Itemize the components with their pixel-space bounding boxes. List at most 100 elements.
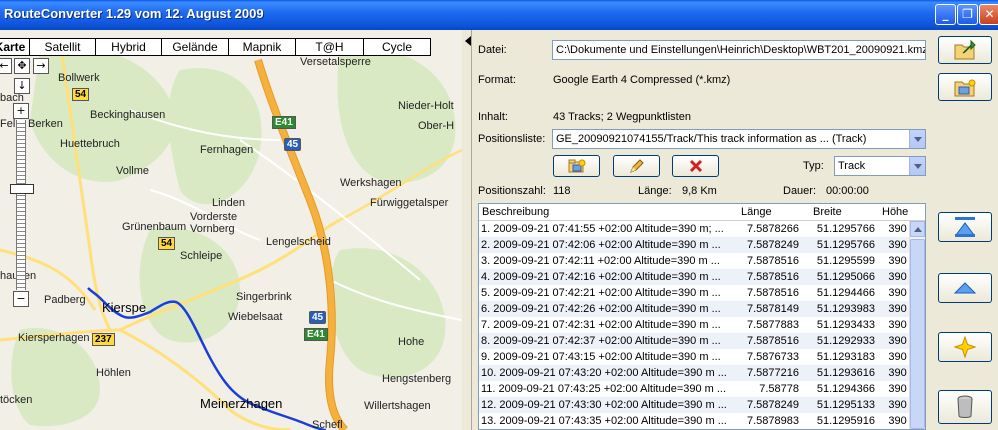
positionsliste-label: Positionsliste: [478,133,546,145]
dauer-value: 00:00:00 [826,185,869,197]
cell-laenge: 7.5878516 [747,335,799,347]
place-label: Schleipe [180,250,223,262]
trash-icon [957,395,973,418]
pencil-icon [629,159,644,173]
map-type-tah[interactable]: T@H [295,38,364,56]
map-type-hybrid[interactable]: Hybrid [95,38,162,56]
cell-beschreibung: 2. 2009-09-21 07:42:06 +02:00 Altitude=3… [481,239,721,251]
table-scrollbar[interactable] [909,221,925,429]
place-label: Schefl [312,419,343,430]
map-type-mapnik[interactable]: Mapnik [228,38,296,56]
map-type-gelaende[interactable]: Gelände [161,38,229,56]
move-top-button[interactable] [938,212,992,242]
move-up-icon [953,282,977,294]
zoom-slider[interactable] [16,120,26,290]
table-row[interactable]: 6. 2009-09-21 07:42:26 +02:00 Altitude=3… [479,301,925,317]
cell-breite: 51.1292933 [816,335,875,347]
place-label: Nieder-Holt [398,100,454,112]
move-up-button[interactable] [938,273,992,303]
cell-breite: 51.1294366 [816,383,875,395]
place-label: Huettebruch [60,138,120,150]
typ-selected: Track [838,160,866,172]
cell-breite: 51.1293183 [816,351,875,363]
table-row[interactable]: 10. 2009-09-21 07:43:20 +02:00 Altitude=… [479,365,925,381]
zoom-in-icon[interactable]: + [13,103,29,119]
new-file-icon [954,79,976,97]
positionsliste-select[interactable]: GE_20090921074155/Track/This track infor… [552,129,926,149]
map-type-cycle[interactable]: Cycle [363,38,431,56]
chevron-down-icon[interactable] [909,157,925,175]
typ-select[interactable]: Track [834,156,926,176]
pan-right-icon[interactable]: → [33,58,49,74]
place-label: Meinerzhagen [200,396,283,411]
place-label: Bollwerk [58,72,100,84]
new-list-button[interactable] [553,155,600,177]
move-top-icon [955,217,975,237]
dauer-label: Dauer: [783,185,817,197]
road-shield: E41 [304,328,328,341]
positionsliste-selected: GE_20090921074155/Track/This track infor… [556,133,867,145]
pan-left-icon[interactable]: ← [0,58,12,74]
cell-breite: 51.1295916 [816,415,875,427]
close-button[interactable]: ✕ [979,4,998,25]
column-header-laenge[interactable]: Länge [731,204,803,220]
table-row[interactable]: 1. 2009-09-21 07:41:55 +02:00 Altitude=3… [479,221,925,237]
table-row[interactable]: 9. 2009-09-21 07:43:15 +02:00 Altitude=3… [479,349,925,365]
cell-laenge: 7.5877216 [747,367,799,379]
place-label: Hohe [398,336,425,348]
cell-laenge: 7.5878249 [747,239,799,251]
cell-laenge: 7.5878249 [747,399,799,411]
column-header-beschreibung[interactable]: Beschreibung [479,204,731,220]
table-row[interactable]: 11. 2009-09-21 07:43:25 +02:00 Altitude=… [479,381,925,397]
typ-label: Typ: [803,160,824,172]
cell-breite: 51.1293433 [816,319,875,331]
cell-laenge: 7.5878983 [747,415,799,427]
insert-position-button[interactable] [938,332,992,362]
scroll-up-icon[interactable] [910,221,925,237]
splitter-line [471,30,472,430]
map-type-karte[interactable]: Karte [0,38,30,56]
table-row[interactable]: 2. 2009-09-21 07:42:06 +02:00 Altitude=3… [479,237,925,253]
cell-breite: 51.1295066 [816,271,875,283]
title-bar[interactable]: RouteConverter 1.29 vom 12. August 2009 … [0,0,998,30]
positionszahl-value: 118 [553,185,571,197]
new-file-button[interactable] [938,73,992,101]
road-shield: 54 [72,88,90,101]
road-shield: 45 [284,138,302,151]
place-label: Höhlen [96,367,131,379]
minimize-button[interactable]: _ [935,4,956,25]
map-view[interactable]: Karte Satellit Hybrid Gelände Mapnik T@H… [0,30,462,430]
cell-laenge: 7.5876733 [747,351,799,363]
place-label: Fernhagen [200,144,254,156]
zoom-out-icon[interactable]: − [13,291,29,307]
column-header-breite[interactable]: Breite [803,204,879,220]
table-row[interactable]: 8. 2009-09-21 07:42:37 +02:00 Altitude=3… [479,333,925,349]
position-table[interactable]: Beschreibung Länge Breite Höhe 1. 2009-0… [478,203,926,430]
remove-position-button[interactable] [938,390,992,424]
table-row[interactable]: 12. 2009-09-21 07:43:30 +02:00 Altitude=… [479,397,925,413]
column-header-hoehe[interactable]: Höhe [879,204,921,220]
table-row[interactable]: 13. 2009-09-21 07:43:35 +02:00 Altitude=… [479,413,925,429]
cell-breite: 51.1295766 [816,223,875,235]
cell-beschreibung: 1. 2009-09-21 07:41:55 +02:00 Altitude=3… [481,223,724,235]
table-row[interactable]: 4. 2009-09-21 07:42:16 +02:00 Altitude=3… [479,269,925,285]
pan-center-icon[interactable]: ✥ [14,58,30,74]
table-row[interactable]: 7. 2009-09-21 07:42:31 +02:00 Altitude=3… [479,317,925,333]
maximize-button[interactable]: ❐ [957,4,978,25]
zoom-slider-thumb[interactable] [10,184,34,194]
open-file-button[interactable] [938,36,992,64]
chevron-down-icon[interactable] [909,130,925,148]
rename-list-button[interactable] [613,155,660,177]
table-row[interactable]: 3. 2009-09-21 07:42:11 +02:00 Altitude=3… [479,253,925,269]
cell-beschreibung: 6. 2009-09-21 07:42:26 +02:00 Altitude=3… [481,303,721,315]
place-label: Kierspe [102,300,147,315]
table-row[interactable]: 5. 2009-09-21 07:42:21 +02:00 Altitude=3… [479,285,925,301]
file-path-field[interactable]: C:\Dokumente und Einstellungen\Heinrich\… [552,40,926,60]
delete-list-button[interactable] [672,155,719,177]
pan-down-icon[interactable]: ↓ [14,78,30,94]
cell-breite: 51.1295766 [816,239,875,251]
panel-splitter[interactable] [462,30,474,430]
cell-laenge: 7.5878149 [747,303,799,315]
map-type-satellit[interactable]: Satellit [29,38,96,56]
scrollbar-thumb[interactable] [910,239,925,429]
